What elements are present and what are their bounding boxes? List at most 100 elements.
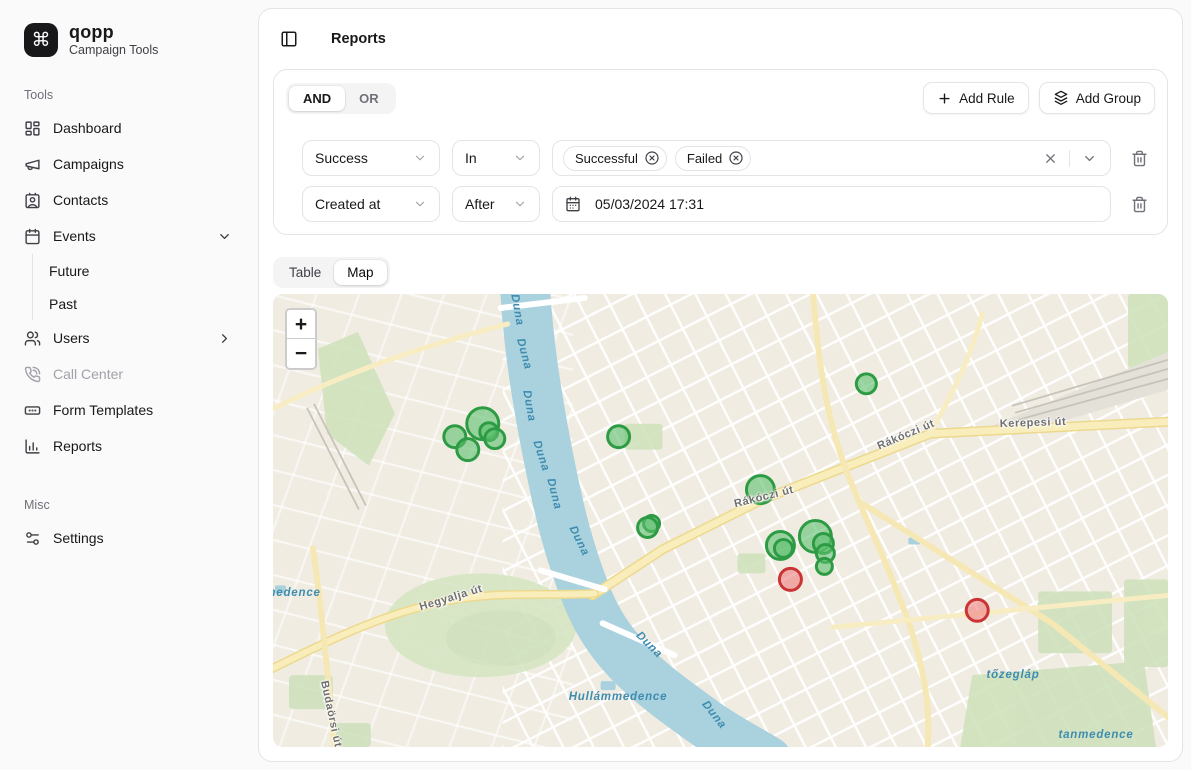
add-rule-label: Add Rule — [959, 91, 1015, 106]
water-label: tanmedence — [1058, 729, 1133, 741]
sidebar-item-form-templates[interactable]: Form Templates — [16, 392, 240, 428]
street-label: Hegyalja út — [418, 583, 484, 614]
rule2-datetime-input[interactable]: 05/03/2024 17:31 — [552, 186, 1111, 222]
tag-label: Failed — [687, 151, 722, 166]
zoom-in-button[interactable]: + — [287, 310, 315, 339]
sidebar-item-label: Reports — [53, 436, 232, 456]
add-rule-button[interactable]: Add Rule — [923, 82, 1029, 114]
logic-and-button[interactable]: AND — [289, 86, 345, 111]
delete-rule1-button[interactable] — [1123, 142, 1155, 174]
sidebar-item-campaigns[interactable]: Campaigns — [16, 146, 240, 182]
brand-name: qopp — [69, 22, 158, 43]
open-options-button[interactable] — [1078, 147, 1100, 169]
phone-icon — [24, 366, 41, 383]
water-label: tőzegláp — [986, 669, 1039, 681]
dashboard-icon — [24, 120, 41, 137]
map-view[interactable]: Rákóczi út Rákóczi út Kerepesi út Hegyalja … — [273, 294, 1168, 747]
sidebar-item-label: Users — [53, 328, 205, 348]
chevron-down-icon — [1082, 151, 1097, 166]
sidebar-item-reports[interactable]: Reports — [16, 428, 240, 464]
sidebar-item-label: Dashboard — [53, 118, 232, 138]
rule1-field-select[interactable]: Success — [302, 140, 440, 176]
panel-left-icon — [280, 30, 298, 48]
tab-table[interactable]: Table — [276, 260, 334, 285]
rule2-field-select[interactable]: Created at — [302, 186, 440, 222]
sidebar-item-label: Contacts — [53, 190, 232, 210]
water-label: Hullámmedence — [569, 691, 668, 703]
sidebar-item-label: Call Center — [53, 364, 232, 384]
map-zoom-control: + − — [285, 308, 317, 370]
sidebar-item-contacts[interactable]: Contacts — [16, 182, 240, 218]
main-area: Reports AND OR Add Rule Add Group — [256, 0, 1191, 770]
rule1-operator-select[interactable]: In — [452, 140, 540, 176]
street-label: Rákóczi út — [876, 418, 937, 453]
brand-subtitle: Campaign Tools — [69, 43, 158, 58]
section-label-tools: Tools — [16, 88, 240, 102]
view-tabs: Table Map — [273, 257, 390, 288]
remove-tag-icon[interactable] — [644, 150, 660, 166]
chevron-down-icon — [413, 151, 427, 165]
sidebar-item-past[interactable]: Past — [33, 287, 240, 320]
sidebar-item-future[interactable]: Future — [33, 254, 240, 287]
settings-sliders-icon — [24, 530, 41, 547]
rule1-field-value: Success — [315, 150, 368, 166]
form-input-icon — [24, 402, 41, 419]
logic-toggle: AND OR — [286, 83, 396, 114]
trash-icon — [1131, 196, 1148, 213]
page-header: Reports — [259, 9, 1182, 69]
rule2-operator-select[interactable]: After — [452, 186, 540, 222]
chevron-right-icon — [217, 331, 232, 346]
logic-or-button[interactable]: OR — [345, 86, 393, 111]
users-icon — [24, 330, 41, 347]
rule1-multiselect[interactable]: Successful Failed — [552, 140, 1111, 176]
water-label: medence — [273, 587, 321, 599]
contact-card-icon — [24, 192, 41, 209]
section-label-misc: Misc — [16, 498, 240, 512]
delete-rule2-button[interactable] — [1123, 188, 1155, 220]
sidebar-item-dashboard[interactable]: Dashboard — [16, 110, 240, 146]
add-group-label: Add Group — [1076, 91, 1141, 106]
tag-label: Successful — [575, 151, 638, 166]
calendar-icon — [565, 196, 581, 212]
sidebar-item-label: Campaigns — [53, 154, 232, 174]
clear-values-button[interactable] — [1039, 147, 1061, 169]
value-tag-successful: Successful — [563, 146, 667, 171]
street-label: Rákóczi út — [733, 484, 795, 510]
chevron-down-icon — [513, 197, 527, 211]
sidebar-toggle-button[interactable] — [275, 25, 303, 53]
rule2-operator-value: After — [465, 196, 495, 212]
sidebar-nav: Dashboard Campaigns Contacts Events Futu… — [16, 110, 240, 464]
water-label: Duna — [520, 389, 537, 423]
water-label: Duna — [633, 629, 664, 660]
street-label: Kerepesi út — [1000, 416, 1067, 430]
street-label: Budaörsi út — [318, 680, 344, 747]
sidebar-item-label: Past — [49, 294, 232, 314]
brand: ⌘ qopp Campaign Tools — [16, 22, 240, 58]
brand-logo-icon: ⌘ — [24, 23, 58, 57]
content-card: Reports AND OR Add Rule Add Group — [258, 8, 1183, 762]
sidebar-item-label: Settings — [53, 528, 232, 548]
sidebar-item-users[interactable]: Users — [16, 320, 240, 356]
zoom-out-button[interactable]: − — [287, 339, 315, 368]
sidebar-item-label: Future — [49, 261, 232, 281]
remove-tag-icon[interactable] — [728, 150, 744, 166]
sidebar-item-call-center[interactable]: Call Center — [16, 356, 240, 392]
sidebar-item-events[interactable]: Events — [16, 218, 240, 254]
megaphone-icon — [24, 156, 41, 173]
water-label: Duna — [530, 439, 551, 473]
sidebar-item-settings[interactable]: Settings — [16, 520, 240, 556]
chevron-down-icon — [217, 229, 232, 244]
command-icon: ⌘ — [32, 31, 51, 50]
calendar-icon — [24, 228, 41, 245]
tab-map[interactable]: Map — [334, 260, 386, 285]
events-submenu: Future Past — [32, 254, 240, 320]
rule2-field-value: Created at — [315, 196, 380, 212]
add-group-button[interactable]: Add Group — [1039, 82, 1155, 114]
layers-icon — [1053, 90, 1069, 106]
trash-icon — [1131, 150, 1148, 167]
value-tag-failed: Failed — [675, 146, 751, 171]
divider — [1069, 150, 1070, 167]
sidebar-item-label: Form Templates — [53, 400, 232, 420]
water-label: Duna — [567, 524, 592, 558]
bar-chart-icon — [24, 438, 41, 455]
